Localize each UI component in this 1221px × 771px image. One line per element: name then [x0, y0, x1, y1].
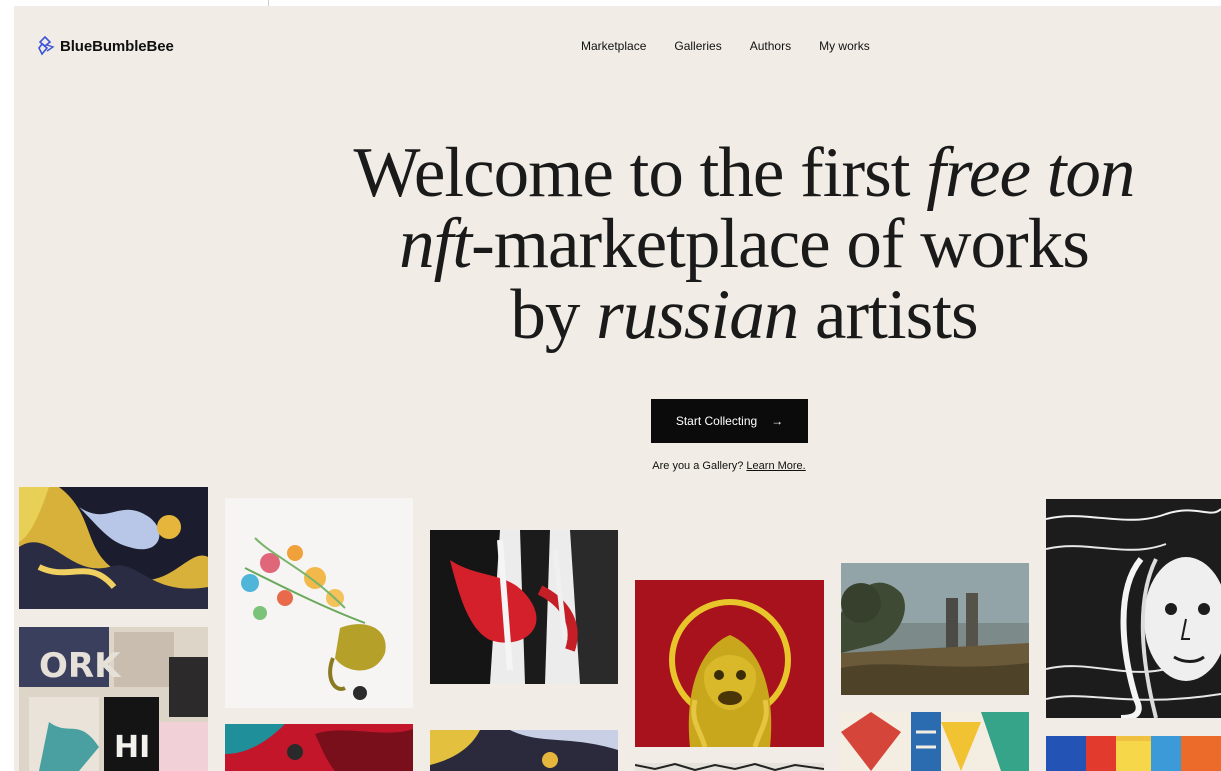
hero-emphasis: free ton [926, 134, 1135, 212]
arrow-right-icon: → [771, 414, 784, 428]
artwork-bw-strip[interactable] [635, 763, 824, 771]
artwork-red-black-brush[interactable] [430, 530, 618, 684]
artwork-fluid-yellow-blue[interactable] [19, 487, 208, 609]
start-collecting-label: Start Collecting [675, 414, 758, 428]
start-collecting-button[interactable]: Start Collecting → [651, 399, 808, 443]
svg-text:HI: HI [114, 730, 150, 765]
hero-text: -marketplace of works [471, 205, 1090, 283]
landing-page: BlueBumbleBee Marketplace Galleries Auth… [14, 6, 1221, 771]
bee-logo-icon [38, 36, 55, 56]
nav-my-works[interactable]: My works [819, 39, 870, 53]
brand-name: BlueBumbleBee [60, 37, 174, 55]
hero-text: artists [798, 276, 979, 354]
artwork-street-posters[interactable]: ORK HI [19, 627, 208, 771]
hero-emphasis: nft [399, 205, 472, 283]
learn-more-link[interactable]: Learn More. [746, 460, 805, 472]
gallery-question: Are you a Gallery? [652, 460, 747, 472]
hero-text: Welcome to the first [353, 134, 927, 212]
hero-heading: Welcome to the first free ton nft-market… [314, 138, 1174, 351]
gallery-prompt: Are you a Gallery? Learn More. [614, 460, 844, 472]
hero-line-3: by russian artists [510, 276, 979, 354]
hero-emphasis: russian [596, 276, 799, 354]
hero-line-1: Welcome to the first free ton [353, 134, 1136, 212]
artwork-yellow-fluid-lower[interactable] [430, 730, 618, 771]
nav-authors[interactable]: Authors [750, 39, 791, 53]
brand-logo[interactable]: BlueBumbleBee [38, 36, 174, 56]
artwork-colorful-strokes[interactable] [1046, 736, 1221, 771]
nav-marketplace[interactable]: Marketplace [581, 39, 646, 53]
main-nav: Marketplace Galleries Authors My works [581, 39, 870, 53]
hero-line-2: nft-marketplace of works [399, 205, 1090, 283]
nav-galleries[interactable]: Galleries [674, 39, 721, 53]
artwork-landscape-painting[interactable] [841, 563, 1029, 695]
svg-text:ORK: ORK [39, 646, 122, 686]
artwork-golden-lion-statue[interactable] [635, 580, 824, 747]
artwork-geometric-colors[interactable] [841, 712, 1029, 771]
artwork-woman-engraving[interactable] [1046, 499, 1221, 718]
artwork-red-teal-abstract[interactable] [225, 724, 413, 771]
hero-text: by [510, 276, 597, 354]
artwork-floral-vase[interactable] [225, 498, 413, 708]
